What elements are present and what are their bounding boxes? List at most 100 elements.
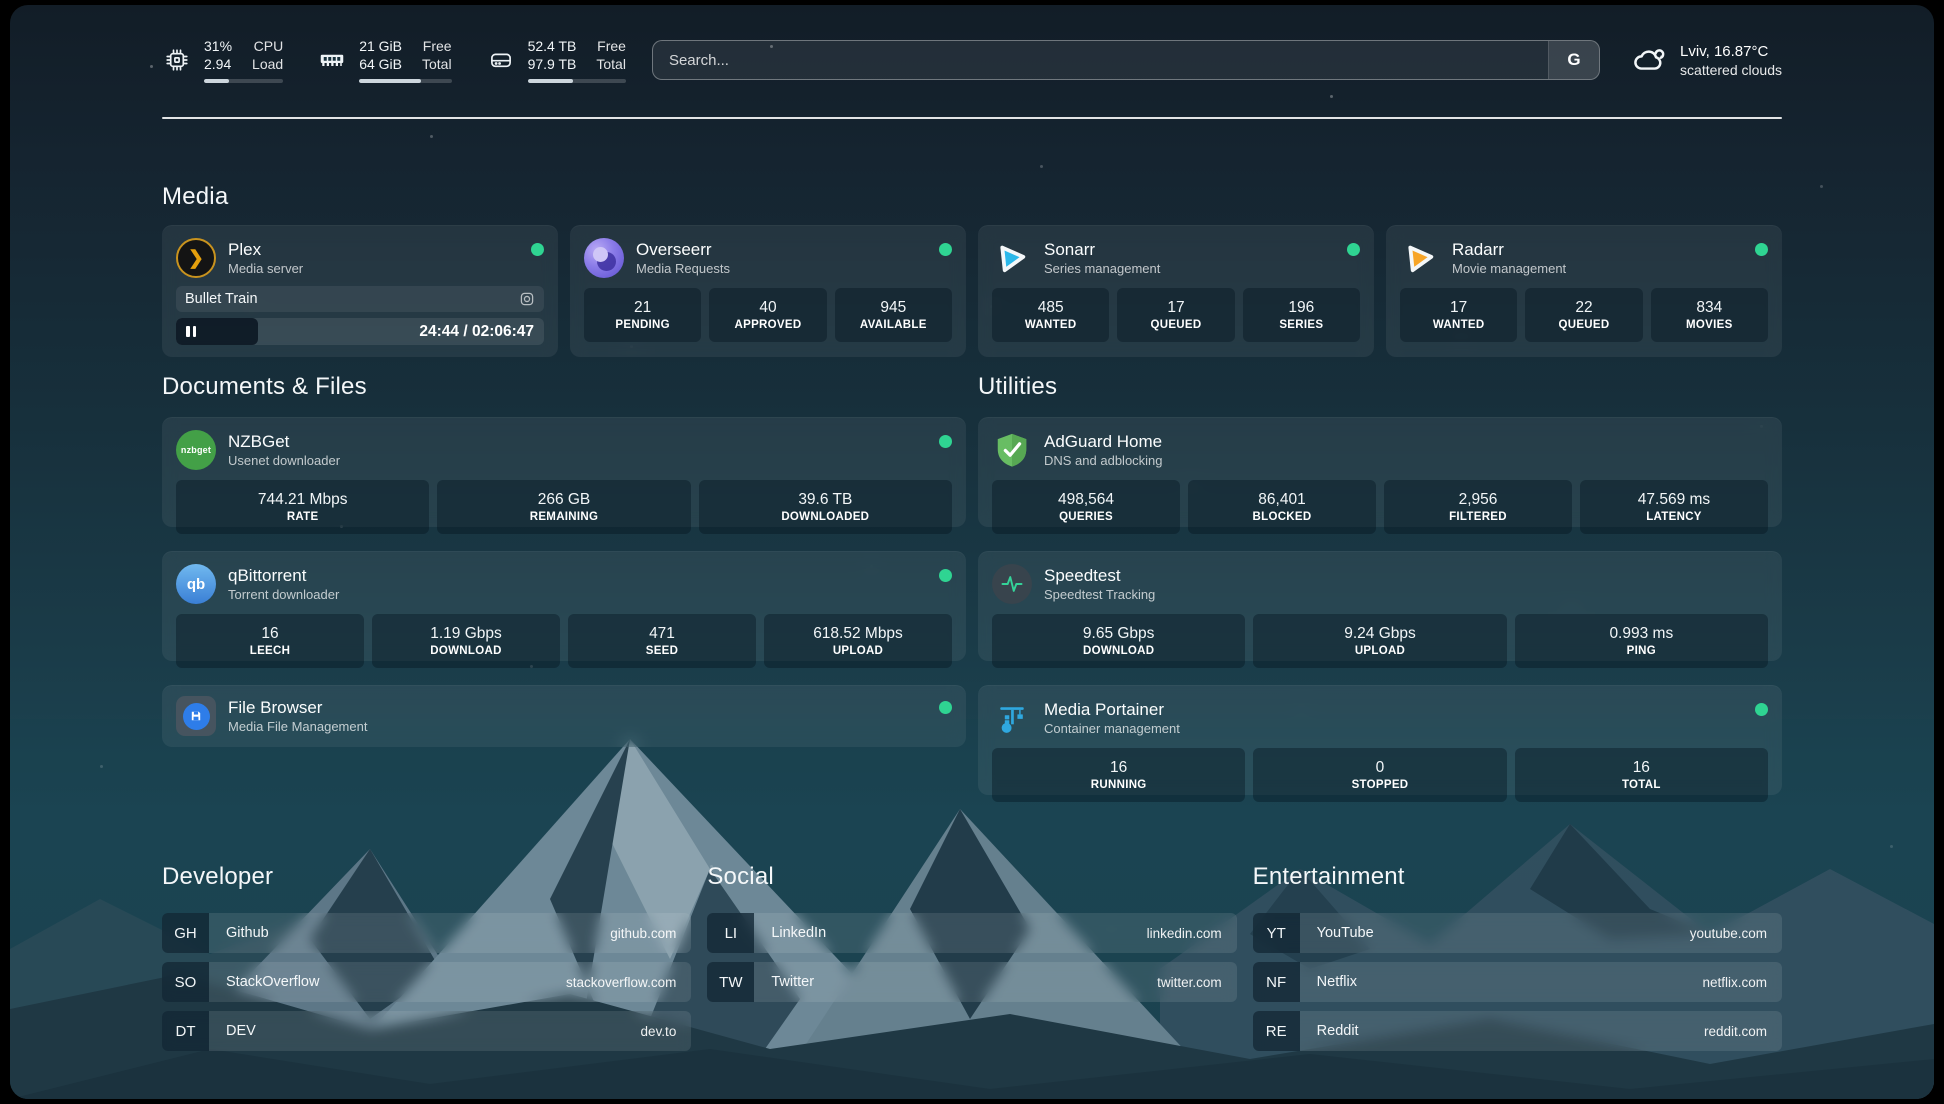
- stat-rate: 744.21 Mbps RATE: [176, 480, 429, 534]
- cpu-load-label: Load: [252, 56, 283, 73]
- bookmark-reddit[interactable]: RE Reddit reddit.com: [1253, 1011, 1782, 1051]
- service-name: Speedtest: [1044, 565, 1155, 586]
- speedtest-icon: [992, 564, 1032, 604]
- stat-upload: 618.52 Mbps UPLOAD: [764, 614, 952, 668]
- filebrowser-icon: [176, 696, 216, 736]
- service-name: Sonarr: [1044, 239, 1160, 260]
- service-stats: 744.21 Mbps RATE 266 GB REMAINING 39.6 T…: [176, 480, 952, 534]
- bookmark-netflix[interactable]: NF Netflix netflix.com: [1253, 962, 1782, 1002]
- status-dot: [939, 701, 952, 714]
- nzbget-icon: nzbget: [176, 430, 216, 470]
- bookmark-group-entertainment: Entertainment YT YouTube youtube.com NF …: [1253, 863, 1782, 1051]
- weather-location-temp: Lviv, 16.87°C: [1680, 42, 1782, 61]
- sonarr-icon: [992, 238, 1032, 278]
- service-name: Plex: [228, 239, 303, 260]
- stat-downloaded: 39.6 TB DOWNLOADED: [699, 480, 952, 534]
- section-utilities: Utilities AdGuard Home DNS and adblockin…: [978, 373, 1782, 795]
- section-documents: Documents & Files nzbget NZBGet Usenet d…: [162, 373, 966, 747]
- service-name: Radarr: [1452, 239, 1566, 260]
- stat-series: 196 SERIES: [1243, 288, 1360, 342]
- status-dot: [939, 569, 952, 582]
- stat-queued: 17 QUEUED: [1117, 288, 1234, 342]
- stat-stopped: 0 STOPPED: [1253, 748, 1506, 802]
- cpu-usage-value: 31%: [204, 38, 232, 55]
- playback-elapsed: [176, 318, 258, 345]
- bookmark-group-title: Social: [707, 863, 1236, 891]
- service-card-radarr[interactable]: Radarr Movie management 17 WANTED 22 QUE…: [1386, 225, 1782, 357]
- cpu-usage-label: CPU: [252, 38, 283, 55]
- status-dot: [1347, 243, 1360, 256]
- memory-free-label: Free: [422, 38, 452, 55]
- stat-pending: 21 PENDING: [584, 288, 701, 342]
- service-card-nzbget[interactable]: nzbget NZBGet Usenet downloader 744.21 M…: [162, 417, 966, 527]
- qbittorrent-icon: qb: [176, 564, 216, 604]
- memory-progress-bar: [359, 79, 451, 83]
- disk-total-label: Total: [596, 56, 626, 73]
- bookmark-github[interactable]: GH Github github.com: [162, 913, 691, 953]
- status-dot: [1755, 243, 1768, 256]
- bookmark-group-title: Developer: [162, 863, 691, 891]
- bookmark-youtube[interactable]: YT YouTube youtube.com: [1253, 913, 1782, 953]
- stat-queued: 22 QUEUED: [1525, 288, 1642, 342]
- service-name: Media Portainer: [1044, 699, 1180, 720]
- scattered-clouds-icon: [1630, 41, 1668, 79]
- disk-free-label: Free: [596, 38, 626, 55]
- service-description: DNS and adblocking: [1044, 452, 1163, 469]
- media-type-icon: [519, 291, 535, 307]
- service-description: Media Requests: [636, 260, 730, 277]
- service-card-qbittorrent[interactable]: qb qBittorrent Torrent downloader 16 LEE…: [162, 551, 966, 661]
- search-provider-button[interactable]: G: [1548, 41, 1599, 79]
- service-card-speedtest[interactable]: Speedtest Speedtest Tracking 9.65 Gbps D…: [978, 551, 1782, 661]
- service-name: AdGuard Home: [1044, 431, 1163, 452]
- search-bar: G: [652, 40, 1600, 80]
- radarr-icon: [1400, 238, 1440, 278]
- disk-icon: [486, 45, 516, 75]
- service-stats: 9.65 Gbps DOWNLOAD 9.24 Gbps UPLOAD 0.99…: [992, 614, 1768, 668]
- service-card-filebrowser[interactable]: File Browser Media File Management: [162, 685, 966, 747]
- service-card-sonarr[interactable]: Sonarr Series management 485 WANTED 17 Q…: [978, 225, 1374, 357]
- cpu-load-value: 2.94: [204, 56, 232, 73]
- playback-progress-bar: 24:44 / 02:06:47: [176, 318, 544, 345]
- search-input[interactable]: [653, 41, 1548, 79]
- stat-wanted: 17 WANTED: [1400, 288, 1517, 342]
- service-card-plex[interactable]: ❯ Plex Media server Bullet Train: [162, 225, 558, 357]
- service-description: Speedtest Tracking: [1044, 586, 1155, 603]
- bookmark-twitter[interactable]: TW Twitter twitter.com: [707, 962, 1236, 1002]
- stat-wanted: 485 WANTED: [992, 288, 1109, 342]
- cpu-icon: [162, 45, 192, 75]
- service-stats: 498,564 QUERIES 86,401 BLOCKED 2,956 FIL…: [992, 480, 1768, 534]
- stat-download: 9.65 Gbps DOWNLOAD: [992, 614, 1245, 668]
- media-cards: ❯ Plex Media server Bullet Train: [162, 225, 1782, 357]
- playback-time: 24:44 / 02:06:47: [419, 323, 544, 341]
- service-card-adguard[interactable]: AdGuard Home DNS and adblocking 498,564 …: [978, 417, 1782, 527]
- stat-queries: 498,564 QUERIES: [992, 480, 1180, 534]
- service-card-overseerr[interactable]: Overseerr Media Requests 21 PENDING 40 A…: [570, 225, 966, 357]
- weather-widget: Lviv, 16.87°C scattered clouds: [1630, 41, 1782, 79]
- now-playing-title-row: Bullet Train: [176, 286, 544, 312]
- disk-widget: 52.4 TB Free 97.9 TB Total: [486, 38, 626, 83]
- adguard-icon: [992, 430, 1032, 470]
- bookmark-linkedin[interactable]: LI LinkedIn linkedin.com: [707, 913, 1236, 953]
- service-description: Movie management: [1452, 260, 1566, 277]
- pause-icon: [186, 326, 196, 337]
- portainer-icon: [992, 698, 1032, 738]
- memory-free-value: 21 GiB: [359, 38, 402, 55]
- dashboard-window: 31% CPU 2.94 Load: [10, 5, 1934, 1099]
- bookmark-dev[interactable]: DT DEV dev.to: [162, 1011, 691, 1051]
- service-description: Torrent downloader: [228, 586, 339, 603]
- service-description: Container management: [1044, 720, 1180, 737]
- memory-total-value: 64 GiB: [359, 56, 402, 73]
- stat-upload: 9.24 Gbps UPLOAD: [1253, 614, 1506, 668]
- stat-seed: 471 SEED: [568, 614, 756, 668]
- stat-filtered: 2,956 FILTERED: [1384, 480, 1572, 534]
- service-stats: 17 WANTED 22 QUEUED 834 MOVIES: [1400, 288, 1768, 342]
- bookmark-group-social: Social LI LinkedIn linkedin.com TW Twitt…: [707, 863, 1236, 1051]
- disk-free-value: 52.4 TB: [528, 38, 577, 55]
- service-description: Media server: [228, 260, 303, 277]
- stat-running: 16 RUNNING: [992, 748, 1245, 802]
- memory-icon: [317, 45, 347, 75]
- disk-progress-bar: [528, 79, 626, 83]
- service-card-portainer[interactable]: Media Portainer Container management 16 …: [978, 685, 1782, 795]
- section-title-documents: Documents & Files: [162, 373, 966, 401]
- bookmark-stackoverflow[interactable]: SO StackOverflow stackoverflow.com: [162, 962, 691, 1002]
